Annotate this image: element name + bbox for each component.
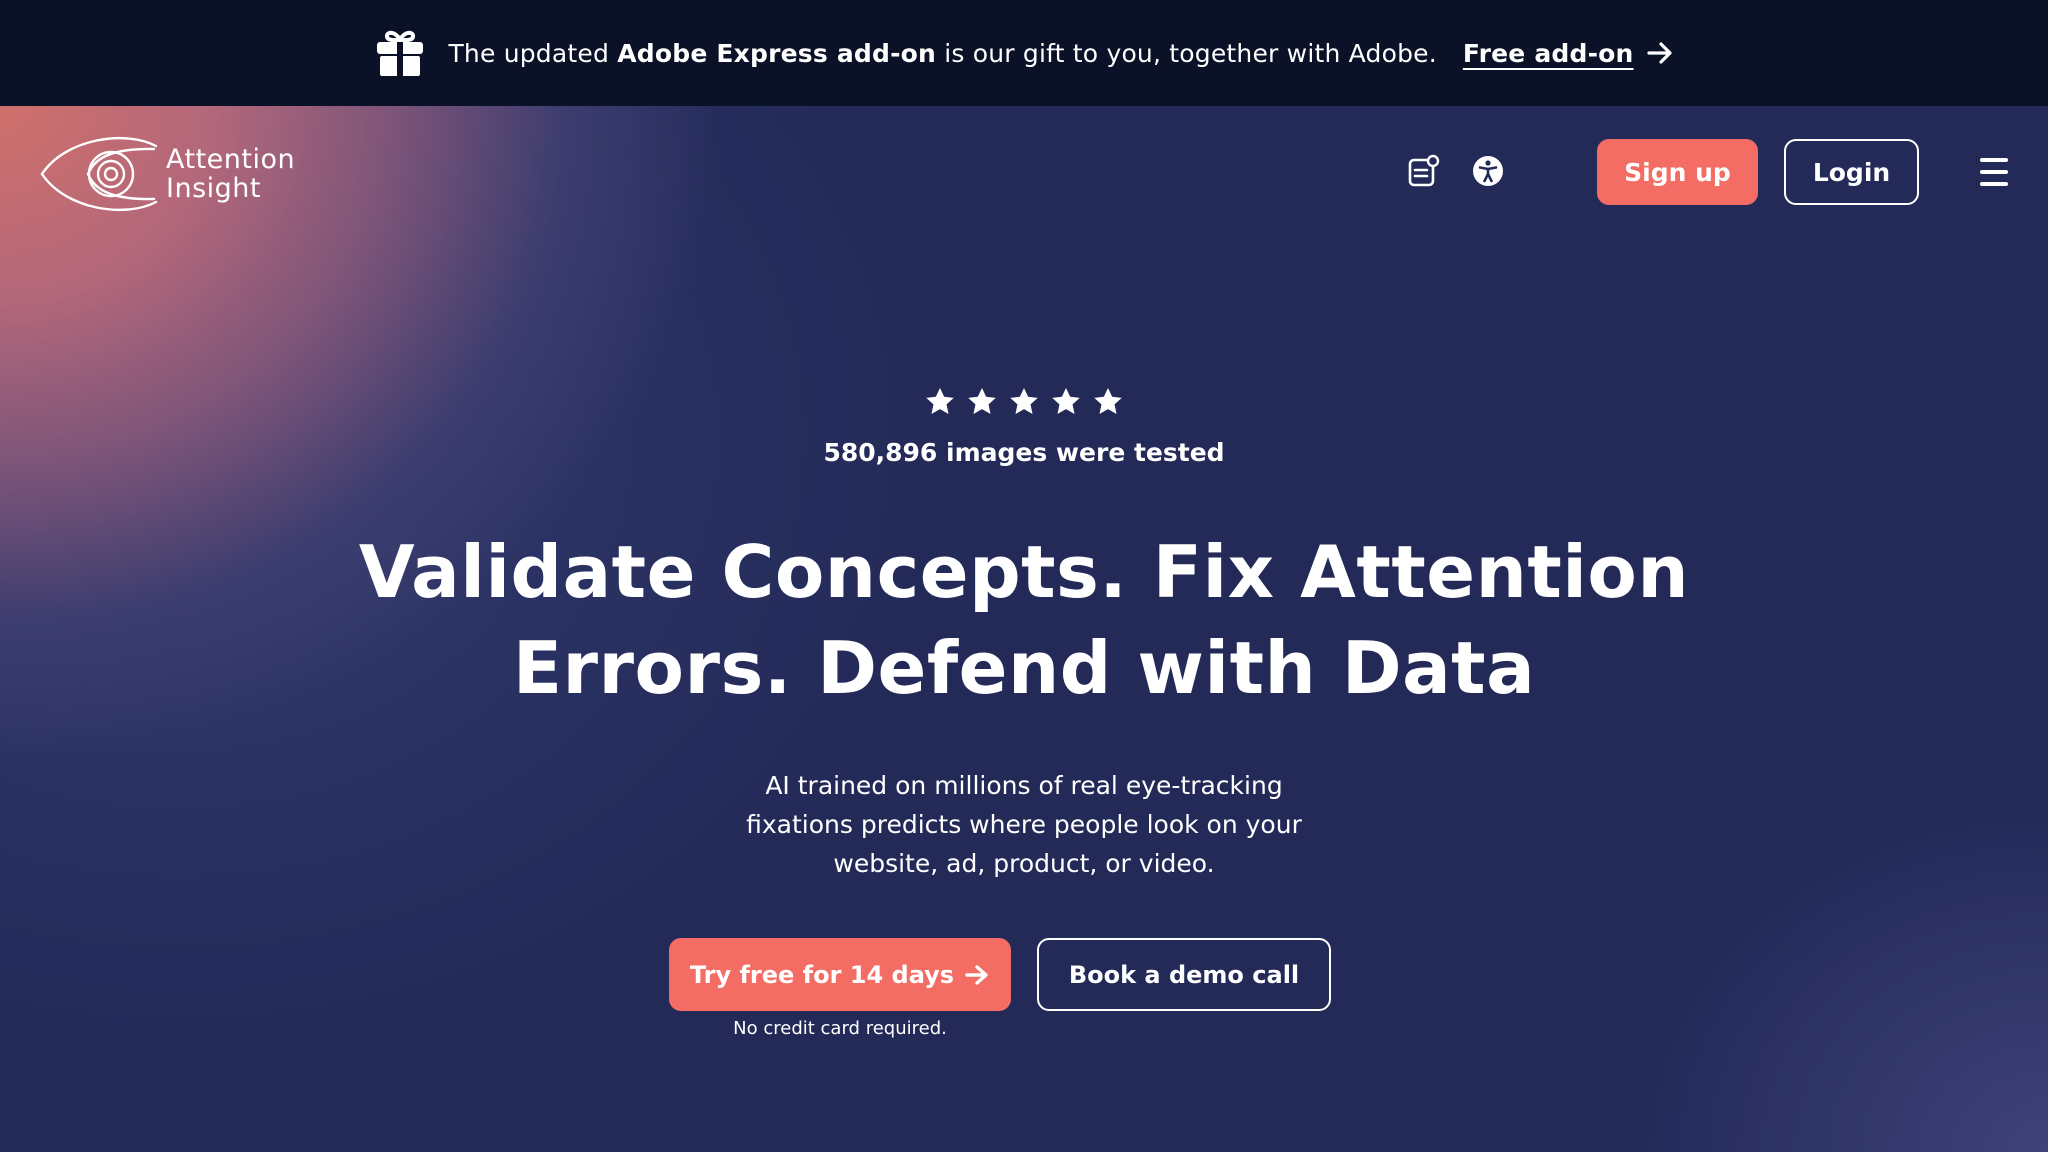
star-icon: [968, 388, 996, 414]
free-addon-link[interactable]: Free add-on: [1463, 39, 1674, 68]
hero-description-line2: fixations predicts where people look on …: [746, 810, 1302, 839]
hero-description-line1: AI trained on millions of real eye-track…: [765, 771, 1283, 800]
gift-icon: [374, 27, 426, 79]
star-rating: [0, 386, 2048, 418]
announcement-message: The updated Adobe Express add-on is our …: [448, 39, 1436, 68]
arrow-right-icon: [1646, 39, 1674, 67]
eye-logo-icon: [40, 136, 158, 212]
hamburger-menu-icon[interactable]: [1980, 158, 2010, 186]
sign-up-button[interactable]: Sign up: [1597, 139, 1758, 205]
announcement-prefix: The updated: [448, 38, 618, 68]
try-free-button[interactable]: Try free for 14 days: [669, 938, 1011, 1011]
hero-headline-line1: Validate Concepts. Fix Attention: [358, 530, 1690, 614]
star-icon: [1010, 388, 1038, 414]
free-addon-label: Free add-on: [1462, 38, 1634, 68]
login-button[interactable]: Login: [1784, 139, 1919, 205]
star-icon: [926, 388, 954, 414]
brand-name-line1: Attention: [166, 144, 296, 175]
notes-icon[interactable]: [1406, 154, 1440, 188]
announcement-highlight: Adobe Express add-on: [617, 38, 937, 68]
brand-name: Attention Insight: [166, 145, 295, 203]
arrow-right-icon: [964, 962, 990, 988]
announcement-suffix: is our gift to you, together with Adobe.: [936, 38, 1437, 68]
brand-logo[interactable]: Attention Insight: [38, 130, 295, 218]
hero-headline-line2: Errors. Defend with Data: [512, 626, 1536, 710]
hero-description-line3: website, ad, product, or video.: [833, 849, 1215, 878]
brand-name-line2: Insight: [166, 173, 261, 204]
star-icon: [1052, 388, 1080, 414]
try-free-label: Try free for 14 days: [689, 960, 955, 989]
announcement-bar: The updated Adobe Express add-on is our …: [0, 0, 2048, 106]
images-tested-count: 580,896 images were tested: [823, 438, 1225, 467]
hero-section: Attention Insight Sign up Login 580,896 …: [0, 106, 2048, 1152]
hero-description: AI trained on millions of real eye-track…: [704, 766, 1344, 883]
no-credit-card-note: No credit card required.: [733, 1018, 947, 1039]
accessibility-icon[interactable]: [1471, 154, 1505, 188]
book-demo-button[interactable]: Book a demo call: [1037, 938, 1331, 1011]
hero-headline: Validate Concepts. Fix Attention Errors.…: [274, 524, 1774, 716]
star-icon: [1094, 388, 1122, 414]
